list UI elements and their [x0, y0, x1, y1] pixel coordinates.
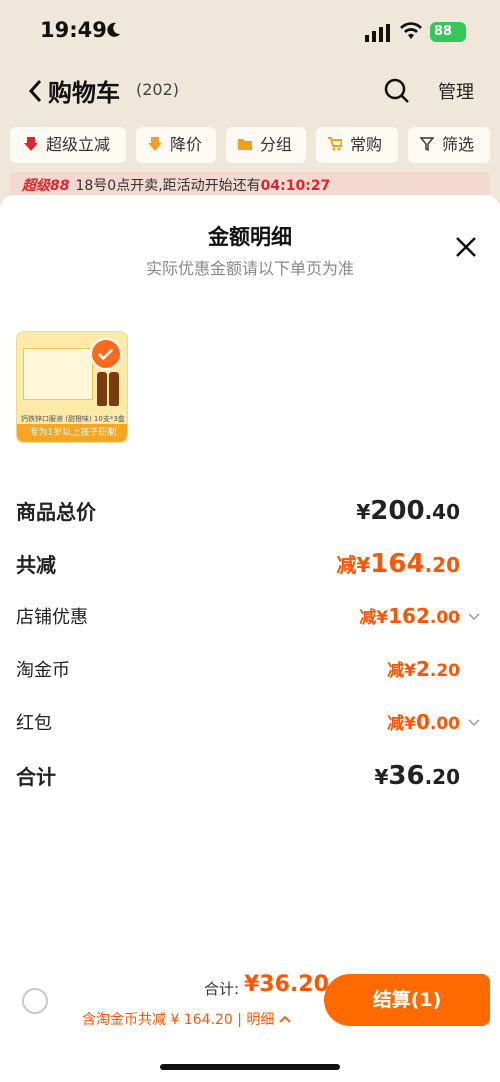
product-strip: 专为1岁以上孩子研制	[17, 424, 127, 442]
row-label: 共减	[16, 553, 56, 577]
selected-check-icon[interactable]	[90, 338, 122, 370]
chevron-up-icon	[279, 1015, 291, 1023]
row-value: 减¥162.00	[359, 604, 460, 628]
promo-countdown: 04:10:27	[260, 178, 331, 194]
row-label: 商品总价	[16, 500, 96, 524]
checkout-button[interactable]: 结算(1)	[324, 974, 490, 1026]
wifi-icon	[400, 22, 422, 39]
status-bar: 19:49 88	[0, 0, 500, 62]
discount-detail-toggle[interactable]: 含淘金币共减 ¥ 164.20 | 明细	[82, 1009, 291, 1029]
total-value: ¥36.20	[244, 972, 329, 997]
row-total-discount: 共减 减¥164.20	[16, 549, 484, 583]
filter-label: 常购	[350, 135, 383, 154]
row-taojinbi: 淘金币 减¥2.20	[16, 656, 484, 690]
arrow-down-icon	[24, 137, 38, 151]
product-bottle-graphic	[97, 372, 107, 406]
row-label: 红包	[16, 713, 52, 734]
row-red-packet[interactable]: 红包 减¥0.00	[16, 709, 484, 743]
row-value: ¥200.40	[356, 496, 460, 526]
filter-chip-frequent[interactable]: 常购	[316, 127, 398, 163]
chevron-down-icon	[468, 613, 480, 621]
page-title: 购物车	[48, 79, 120, 107]
row-store-discount[interactable]: 店铺优惠 减¥162.00	[16, 603, 484, 637]
arrow-down-icon	[148, 137, 162, 151]
row-value: 减¥2.20	[387, 657, 460, 681]
close-icon[interactable]	[454, 235, 478, 259]
filter-label: 分组	[260, 135, 293, 154]
signal-icon	[365, 24, 390, 42]
moon-icon	[107, 22, 120, 37]
home-indicator	[160, 1064, 340, 1070]
filter-chip-group[interactable]: 分组	[226, 127, 306, 163]
cart-header: 购物车 (202) 管理	[0, 66, 500, 116]
discount-detail-text: 含淘金币共减 ¥ 164.20 | 明细	[82, 1012, 275, 1028]
filter-chip-price-drop[interactable]: 降价	[136, 127, 216, 163]
row-value: ¥36.20	[374, 761, 460, 791]
status-time: 19:49	[40, 18, 107, 42]
row-label: 合计	[16, 765, 56, 789]
battery-indicator: 88	[430, 22, 466, 42]
filter-icon	[420, 137, 434, 151]
cart-icon	[328, 137, 342, 151]
select-all-radio[interactable]	[22, 988, 48, 1014]
cart-count: (202)	[136, 80, 180, 99]
folder-icon	[238, 139, 252, 150]
row-value: 减¥164.20	[336, 549, 460, 579]
chevron-down-icon	[468, 719, 480, 727]
filter-label: 筛选	[442, 135, 475, 154]
sheet-subtitle: 实际优惠金额请以下单页为准	[145, 259, 354, 278]
promo-tag: 超级88	[22, 178, 70, 194]
filter-chip-filter[interactable]: 筛选	[408, 127, 490, 163]
filter-bar: 超级立减 降价 分组 常购 筛选	[10, 127, 500, 163]
filter-chip-super-discount[interactable]: 超级立减	[10, 127, 126, 163]
row-label: 店铺优惠	[16, 607, 88, 628]
promo-text: 18号0点开卖,距活动开始还有	[75, 178, 261, 194]
amount-detail-sheet: 金额明细 实际优惠金额请以下单页为准 钙铁锌口服液 (甜橙味) 10支*3盒 专…	[0, 195, 500, 1082]
row-goods-total: 商品总价 ¥200.40	[16, 496, 484, 530]
manage-button[interactable]: 管理	[438, 78, 474, 104]
filter-label: 超级立减	[46, 135, 111, 154]
row-value: 减¥0.00	[387, 710, 460, 734]
product-bottle-graphic	[109, 372, 119, 406]
back-icon[interactable]	[26, 78, 46, 104]
search-icon[interactable]	[384, 78, 410, 104]
product-box-graphic	[23, 348, 93, 400]
filter-label: 降价	[170, 135, 203, 154]
product-caption: 钙铁锌口服液 (甜橙味) 10支*3盒	[21, 415, 125, 423]
battery-level: 88	[434, 24, 453, 39]
row-grand-total: 合计 ¥36.20	[16, 761, 484, 795]
total-label: 合计:	[204, 980, 240, 998]
row-label: 淘金币	[16, 660, 70, 681]
sheet-title: 金额明细	[208, 225, 292, 249]
